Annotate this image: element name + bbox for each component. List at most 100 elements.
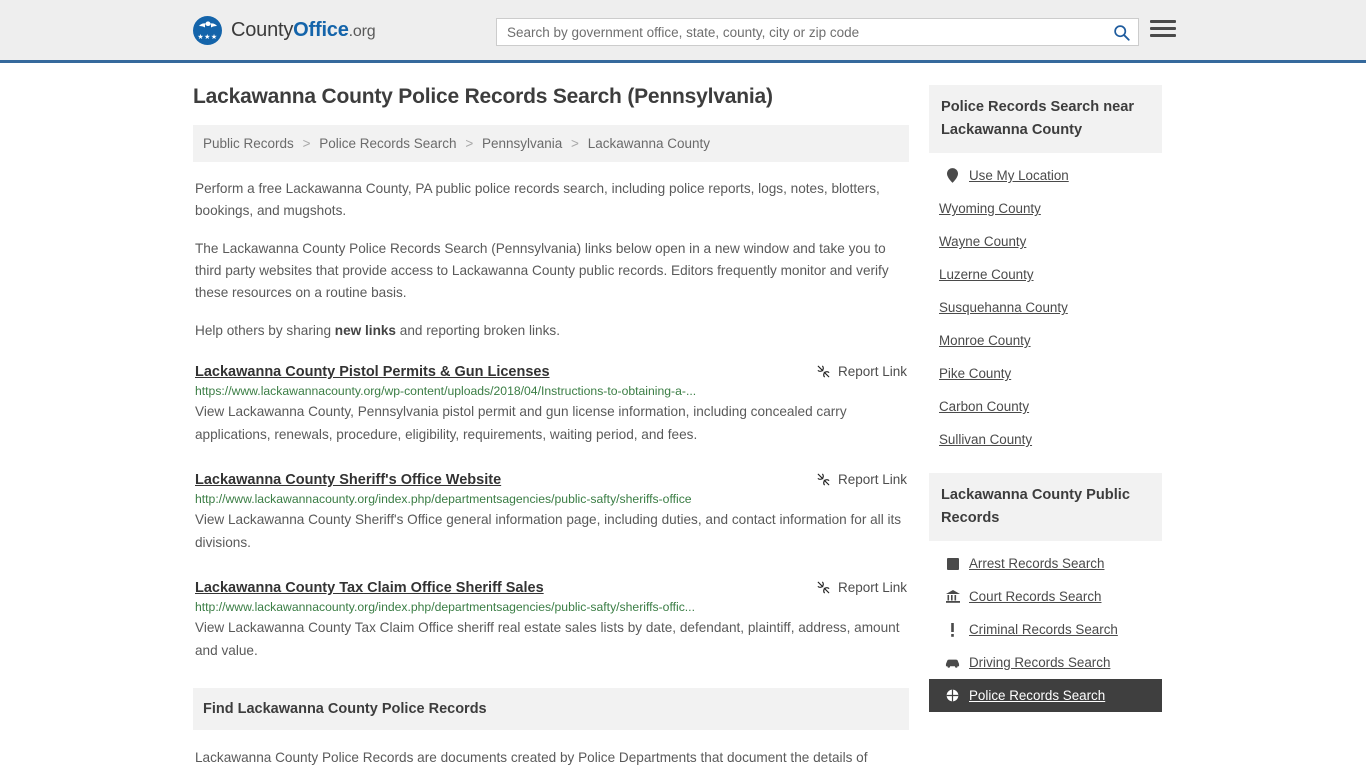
logo-text-county: County xyxy=(231,18,294,41)
sidebar-link-label[interactable]: Sullivan County xyxy=(939,432,1032,447)
result-header: Lackawanna County Pistol Permits & Gun L… xyxy=(195,364,907,380)
courthouse-icon xyxy=(945,590,960,603)
sidebar-link-label[interactable]: Driving Records Search xyxy=(969,655,1110,670)
result-header: Lackawanna County Sheriff's Office Websi… xyxy=(195,472,907,488)
sidebar-link-label[interactable]: Luzerne County xyxy=(939,267,1034,282)
sidebar-item-pike-county[interactable]: Pike County xyxy=(939,357,1162,390)
intro-p3-after: and reporting broken links. xyxy=(396,323,560,338)
report-link-label: Report Link xyxy=(837,472,907,487)
intro-paragraph-2: The Lackawanna County Police Records Sea… xyxy=(195,241,889,300)
result-description: View Lackawanna County, Pennsylvania pis… xyxy=(195,404,847,442)
result-url: http://www.lackawannacounty.org/index.ph… xyxy=(195,492,692,506)
logo-text: CountyOffice.org xyxy=(231,18,376,42)
sidebar-link-label[interactable]: Criminal Records Search xyxy=(969,622,1118,637)
sidebar-item-carbon-county[interactable]: Carbon County xyxy=(939,390,1162,423)
intro-section: Perform a free Lackawanna County, PA pub… xyxy=(193,178,909,342)
sidebar-link-label[interactable]: Arrest Records Search xyxy=(969,556,1104,571)
site-header: ★★★ CountyOffice.org xyxy=(0,0,1366,63)
breadcrumb-separator: > xyxy=(302,136,311,151)
result-title-link[interactable]: Lackawanna County Tax Claim Office Sheri… xyxy=(195,580,544,596)
find-records-body: Lackawanna County Police Records are doc… xyxy=(195,750,868,765)
nearby-search-heading: Police Records Search near Lackawanna Co… xyxy=(929,85,1162,153)
hamburger-menu-icon[interactable] xyxy=(1150,20,1176,37)
logo-stars: ★★★ xyxy=(197,33,218,41)
result-url: https://www.lackawannacounty.org/wp-cont… xyxy=(195,384,697,398)
search-input[interactable] xyxy=(497,24,1104,40)
search-box xyxy=(496,18,1139,46)
intro-paragraph-3: Help others by sharing new links and rep… xyxy=(193,320,909,342)
sidebar-link-label[interactable]: Susquehanna County xyxy=(939,300,1068,315)
new-links-link[interactable]: new links xyxy=(335,323,396,338)
content-container: Lackawanna County Police Records Search … xyxy=(193,85,1173,769)
intro-p3-before: Help others by sharing xyxy=(195,323,335,338)
nearby-search-list: Use My Location Wyoming County Wayne Cou… xyxy=(929,153,1162,456)
report-link-button[interactable]: Report Link xyxy=(802,364,907,379)
report-link-label: Report Link xyxy=(837,364,907,379)
hamburger-bar xyxy=(1150,20,1176,23)
find-records-heading: Find Lackawanna County Police Records xyxy=(193,688,909,730)
page-body: Lackawanna County Police Records Search … xyxy=(0,63,1366,769)
result-description: View Lackawanna County Tax Claim Office … xyxy=(195,620,900,658)
breadcrumb-item-public-records[interactable]: Public Records xyxy=(203,136,294,151)
broken-link-icon xyxy=(817,473,830,486)
sidebar-link-label[interactable]: Pike County xyxy=(939,366,1011,381)
map-pin-icon xyxy=(945,168,960,183)
result-title-link[interactable]: Lackawanna County Sheriff's Office Websi… xyxy=(195,472,501,488)
sidebar-item-use-my-location[interactable]: Use My Location xyxy=(939,159,1162,192)
hamburger-bar xyxy=(1150,34,1176,37)
sidebar-item-monroe-county[interactable]: Monroe County xyxy=(939,324,1162,357)
result-url: http://www.lackawannacounty.org/index.ph… xyxy=(195,600,695,614)
breadcrumb-item-pennsylvania[interactable]: Pennsylvania xyxy=(482,136,562,151)
sidebar-item-criminal-records-search[interactable]: Criminal Records Search xyxy=(939,613,1162,646)
site-logo[interactable]: ★★★ CountyOffice.org xyxy=(193,15,376,45)
result-item: Lackawanna County Pistol Permits & Gun L… xyxy=(193,364,909,446)
broken-link-icon xyxy=(817,581,830,594)
sidebar-link-label[interactable]: Police Records Search xyxy=(969,688,1105,703)
search-button[interactable] xyxy=(1104,19,1138,45)
breadcrumb-separator: > xyxy=(571,136,579,151)
page-title: Lackawanna County Police Records Search … xyxy=(193,85,773,108)
sidebar-item-driving-records-search[interactable]: Driving Records Search xyxy=(939,646,1162,679)
sidebar-item-police-records-search[interactable]: Police Records Search xyxy=(929,679,1162,712)
sidebar-item-susquehanna-county[interactable]: Susquehanna County xyxy=(939,291,1162,324)
logo-text-office: Office xyxy=(293,18,349,41)
sidebar-link-label[interactable]: Wyoming County xyxy=(939,201,1041,216)
car-icon xyxy=(945,658,960,668)
sidebar-link-label[interactable]: Court Records Search xyxy=(969,589,1101,604)
sidebar-item-wyoming-county[interactable]: Wyoming County xyxy=(939,192,1162,225)
badge-icon xyxy=(945,689,960,702)
logo-text-org: .org xyxy=(348,22,376,40)
sidebar: Police Records Search near Lackawanna Co… xyxy=(929,85,1162,769)
sidebar-item-wayne-county[interactable]: Wayne County xyxy=(939,225,1162,258)
result-item: Lackawanna County Sheriff's Office Websi… xyxy=(193,472,909,554)
result-description: View Lackawanna County Sheriff's Office … xyxy=(195,512,902,550)
public-records-list: Arrest Records Search Court Records Sear… xyxy=(929,541,1162,712)
report-link-button[interactable]: Report Link xyxy=(802,472,907,487)
sidebar-item-arrest-records-search[interactable]: Arrest Records Search xyxy=(939,547,1162,580)
eagle-icon xyxy=(198,21,217,27)
report-link-label: Report Link xyxy=(837,580,907,595)
report-link-button[interactable]: Report Link xyxy=(802,580,907,595)
public-records-card: Lackawanna County Public Records Arrest … xyxy=(929,473,1162,712)
sidebar-link-label[interactable]: Carbon County xyxy=(939,399,1029,414)
sidebar-item-luzerne-county[interactable]: Luzerne County xyxy=(939,258,1162,291)
result-title-link[interactable]: Lackawanna County Pistol Permits & Gun L… xyxy=(195,364,550,380)
breadcrumb-item-lackawanna-county[interactable]: Lackawanna County xyxy=(588,136,710,151)
result-header: Lackawanna County Tax Claim Office Sheri… xyxy=(195,580,907,596)
breadcrumb-separator: > xyxy=(465,136,474,151)
sidebar-link-label[interactable]: Use My Location xyxy=(969,168,1069,183)
broken-link-icon xyxy=(817,365,830,378)
exclamation-icon xyxy=(945,622,960,637)
sidebar-item-court-records-search[interactable]: Court Records Search xyxy=(939,580,1162,613)
sidebar-link-label[interactable]: Monroe County xyxy=(939,333,1031,348)
breadcrumb-item-police-records-search[interactable]: Police Records Search xyxy=(319,136,456,151)
sidebar-item-sullivan-county[interactable]: Sullivan County xyxy=(939,423,1162,456)
results-list: Lackawanna County Pistol Permits & Gun L… xyxy=(193,364,909,662)
breadcrumb: Public Records > Police Records Search >… xyxy=(193,125,909,162)
public-records-heading: Lackawanna County Public Records xyxy=(929,473,1162,541)
hamburger-bar xyxy=(1150,27,1176,30)
result-item: Lackawanna County Tax Claim Office Sheri… xyxy=(193,580,909,662)
sidebar-link-label[interactable]: Wayne County xyxy=(939,234,1026,249)
search-icon xyxy=(1113,24,1130,41)
logo-badge-icon: ★★★ xyxy=(193,15,222,45)
